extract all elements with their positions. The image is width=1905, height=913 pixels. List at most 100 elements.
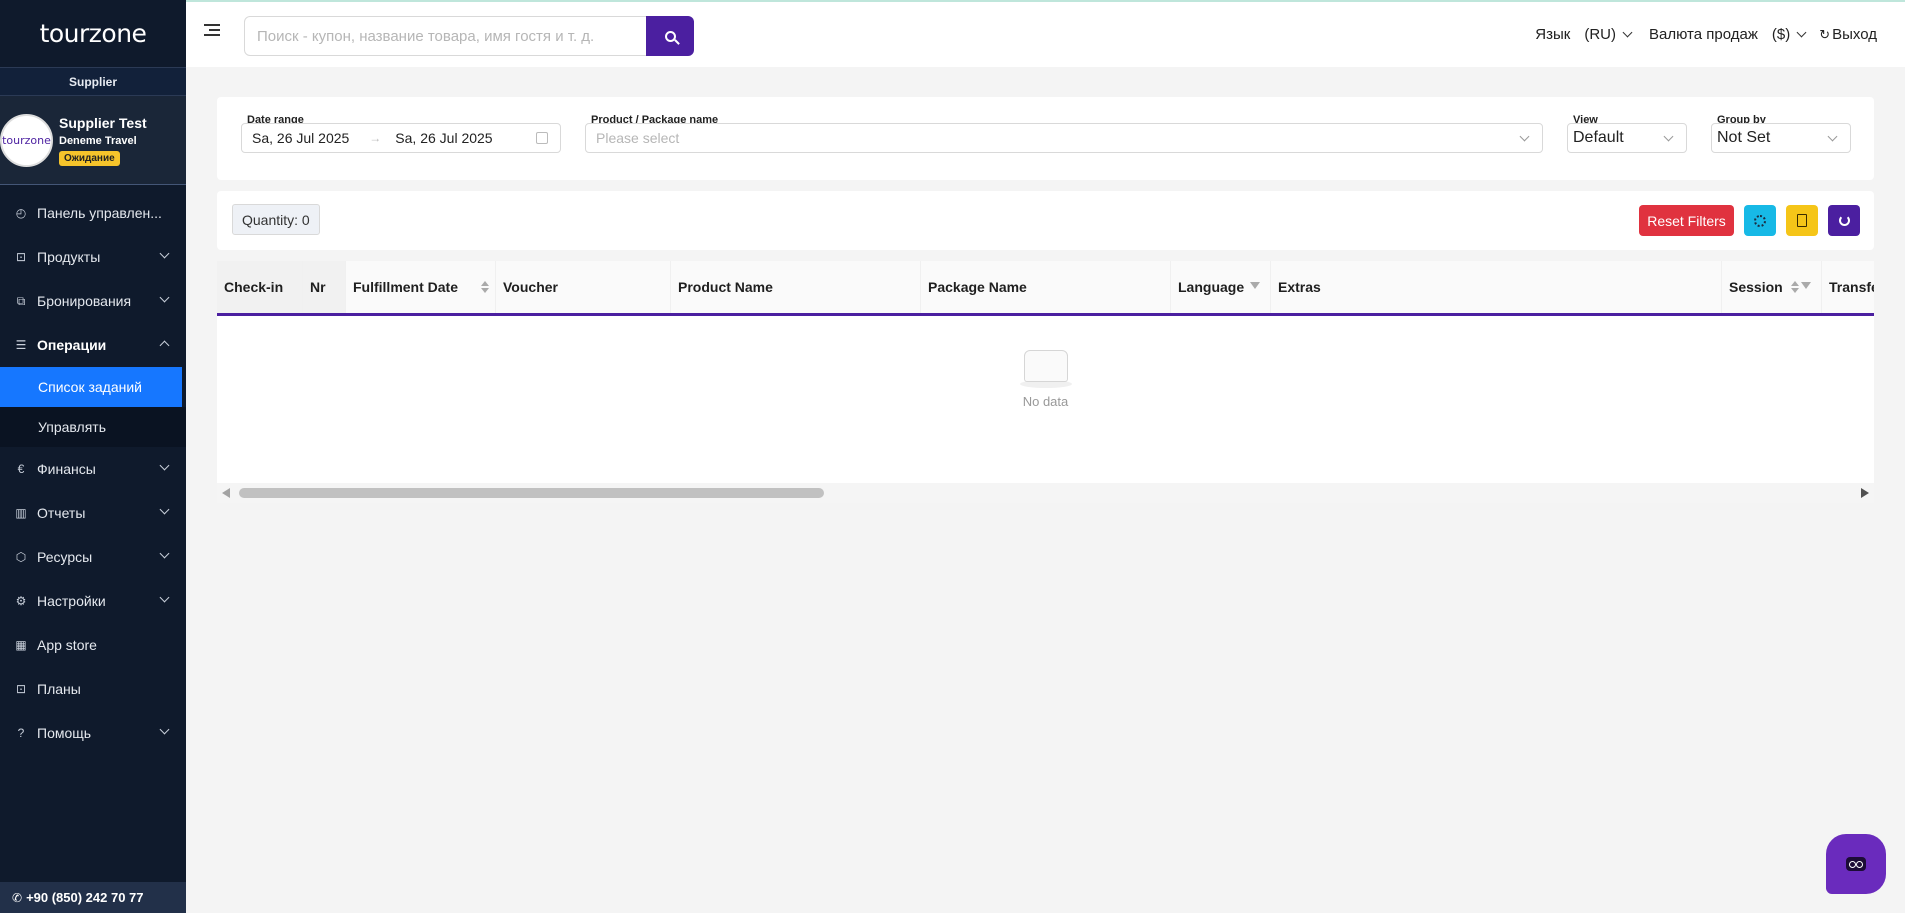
topbar: Язык (RU) Валюта продаж ($) ↻ Выход [186, 0, 1905, 67]
column-label: Product Name [678, 279, 773, 295]
reset-filters-button[interactable]: Reset Filters [1639, 205, 1734, 236]
refresh-icon [1838, 215, 1850, 226]
column-header-check-in[interactable]: Check-in [217, 261, 303, 313]
sidebar-item-label: Планы [37, 681, 81, 697]
supplier-company: Deneme Travel [59, 134, 137, 147]
scroll-thumb[interactable] [239, 488, 824, 498]
sidebar-item-reports[interactable]: ▥ Отчеты [0, 491, 186, 535]
chat-bot-icon [1846, 857, 1866, 871]
column-header-product-name[interactable]: Product Name [671, 261, 921, 313]
menu-toggle-icon[interactable] [204, 24, 220, 38]
sidebar-item-products[interactable]: ⊡ Продукты [0, 235, 186, 279]
language-select[interactable]: (RU) [1584, 26, 1616, 43]
sidebar-item-label: Помощь [37, 725, 92, 741]
export-button[interactable] [1786, 205, 1818, 236]
group-by-select[interactable]: Not Set [1711, 123, 1851, 153]
empty-inbox-icon [1019, 346, 1072, 388]
column-header-fulfillment-date[interactable]: Fulfillment Date [346, 261, 496, 313]
chevron-down-icon [159, 460, 170, 471]
search-icon [664, 30, 676, 42]
currency-select[interactable]: ($) [1772, 26, 1790, 43]
help-icon: ? [17, 726, 25, 740]
bag-icon: ⊡ [15, 250, 27, 264]
sidebar-subitem-label: Список заданий [38, 379, 143, 395]
sidebar-item-settings[interactable]: ⚙ Настройки [0, 579, 186, 623]
avatar-text: tourzone [2, 133, 51, 147]
phone-icon: ✆ [12, 890, 23, 905]
filter-icon[interactable] [1801, 282, 1811, 289]
product-select[interactable]: Please select [585, 123, 1543, 153]
list-icon: ☰ [15, 338, 27, 352]
chevron-down-icon [159, 248, 170, 259]
chat-widget-button[interactable] [1826, 834, 1886, 894]
view-select[interactable]: Default [1567, 123, 1687, 153]
sidebar-subitem-manage[interactable]: Управлять [0, 407, 186, 447]
column-header-package-name[interactable]: Package Name [921, 261, 1171, 313]
column-label: Extras [1278, 279, 1321, 295]
arrow-right-icon: → [369, 131, 382, 145]
dashboard-icon: ◴ [15, 206, 27, 220]
column-label: Session [1729, 279, 1783, 295]
sidebar-item-resources[interactable]: ⬡ Ресурсы [0, 535, 186, 579]
sidebar-item-bookings[interactable]: ⧉ Бронирования [0, 279, 186, 323]
sidebar-item-app-store[interactable]: ▦ App store [0, 623, 186, 667]
column-label: Transfe [1829, 279, 1874, 295]
column-header-voucher[interactable]: Voucher [496, 261, 671, 313]
sidebar-item-label: Продукты [37, 249, 101, 265]
column-header-session[interactable]: Session [1722, 261, 1822, 313]
chevron-down-icon [159, 724, 170, 735]
language-label: Язык [1535, 26, 1571, 43]
sidebar-item-label: Настройки [37, 593, 106, 609]
bag-icon: ⊡ [15, 682, 27, 696]
filter-icon[interactable] [1250, 282, 1260, 289]
supplier-name: Supplier Test [59, 114, 147, 131]
ticket-icon: ⧉ [16, 293, 26, 308]
avatar: tourzone [0, 113, 53, 167]
settings-button[interactable] [1744, 205, 1776, 236]
sidebar-item-dashboard[interactable]: ◴ Панель управлен... [0, 191, 186, 235]
chevron-down-icon [1622, 27, 1633, 38]
sidebar-item-help[interactable]: ? Помощь [0, 711, 186, 755]
column-label: Fulfillment Date [353, 279, 459, 295]
date-range-picker[interactable]: Sa, 26 Jul 2025 → Sa, 26 Jul 2025 [241, 123, 561, 153]
role-label: Supplier [0, 68, 186, 96]
scroll-left-icon[interactable] [222, 488, 230, 498]
sidebar-item-finance[interactable]: € Финансы [0, 447, 186, 491]
product-placeholder: Please select [596, 130, 680, 146]
sidebar-item-label: Панель управлен... [37, 205, 162, 221]
column-header-language[interactable]: Language [1171, 261, 1271, 313]
support-phone[interactable]: ✆ +90 (850) 242 70 77 [0, 882, 186, 913]
sidebar-item-label: Финансы [37, 461, 96, 477]
scroll-right-icon[interactable] [1861, 488, 1869, 498]
column-header-extras[interactable]: Extras [1271, 261, 1722, 313]
logo[interactable]: tourzone [0, 0, 186, 68]
sidebar-subitem-task-list[interactable]: Список заданий [0, 367, 182, 407]
sidebar-item-operations[interactable]: ☰ Операции [0, 323, 186, 367]
search-button[interactable] [646, 16, 694, 56]
supplier-card[interactable]: tourzone Supplier Test Deneme Travel Ожи… [0, 96, 186, 185]
column-header-nr[interactable]: Nr [303, 261, 346, 313]
topbar-right: Язык (RU) Валюта продаж ($) ↻ Выход [1535, 26, 1877, 43]
sidebar-item-plans[interactable]: ⊡ Планы [0, 667, 186, 711]
sidebar-item-label: Ресурсы [37, 549, 93, 565]
search-input[interactable] [244, 16, 663, 56]
chevron-down-icon [1519, 131, 1530, 142]
column-header-transfer[interactable]: Transfe [1822, 261, 1874, 313]
file-export-icon [1797, 214, 1807, 227]
date-to[interactable]: Sa, 26 Jul 2025 [395, 130, 492, 146]
chevron-down-icon [1796, 27, 1807, 38]
box-icon: ⬡ [15, 550, 27, 564]
sidebar-item-label: App store [37, 637, 97, 653]
sidebar-item-label: Операции [37, 337, 107, 353]
date-from[interactable]: Sa, 26 Jul 2025 [252, 130, 349, 146]
horizontal-scrollbar[interactable] [217, 483, 1874, 503]
apps-icon: ▦ [15, 638, 27, 652]
filter-card: Date range Sa, 26 Jul 2025 → Sa, 26 Jul … [217, 97, 1874, 180]
gear-icon: ⚙ [15, 594, 27, 608]
logout-button[interactable]: Выход [1832, 26, 1877, 43]
logo-text: tourzone [39, 19, 147, 48]
status-badge: Ожидание [59, 150, 120, 166]
view-value: Default [1573, 129, 1624, 146]
refresh-button[interactable] [1828, 205, 1860, 236]
chevron-down-icon [159, 592, 170, 603]
